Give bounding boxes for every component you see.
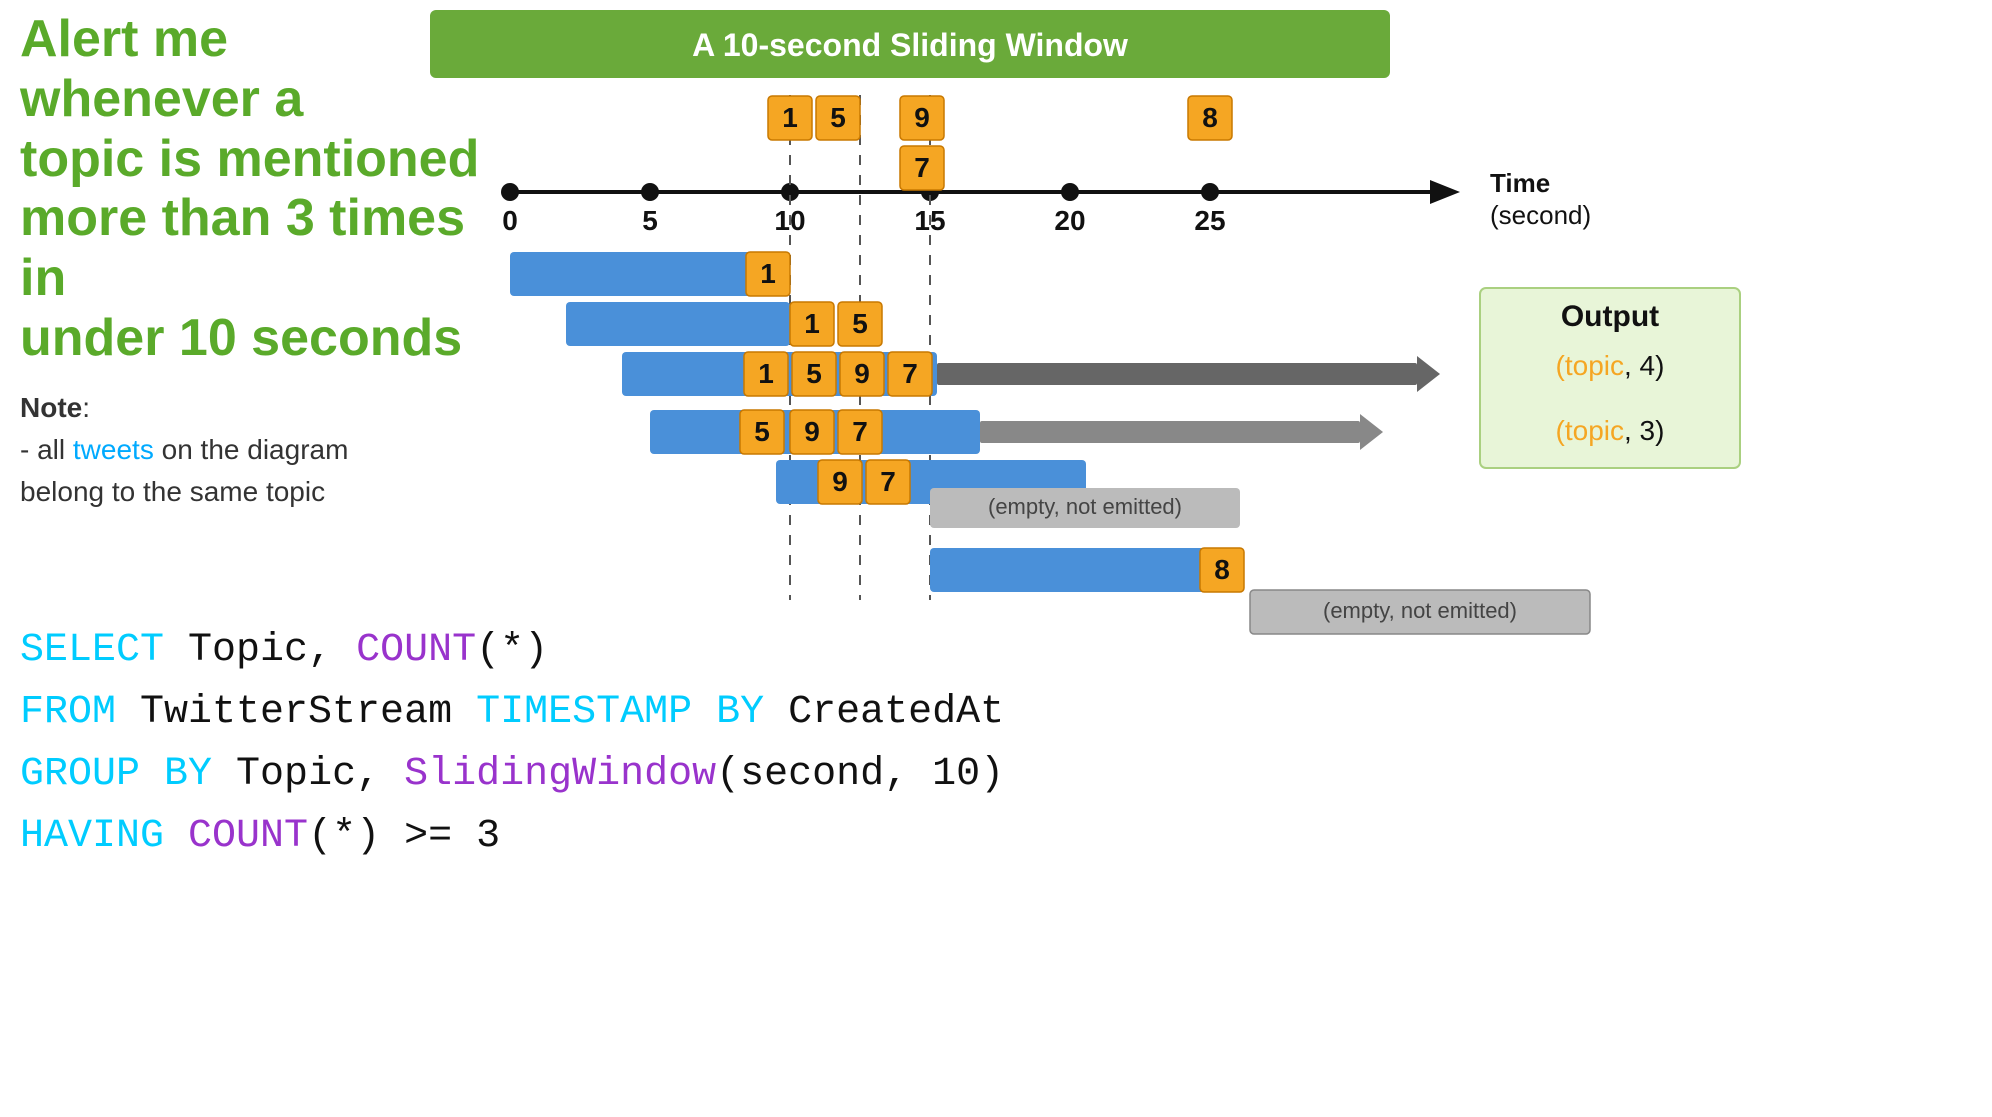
sql-from: FROM [20, 690, 116, 735]
sql-topic: Topic, [164, 628, 356, 673]
window-bar-3-arrow [1417, 356, 1440, 392]
alert-text: Alert me whenever a topic is mentioned m… [20, 10, 480, 369]
time-dot-5 [641, 183, 659, 201]
window-bar-6 [930, 548, 1240, 592]
alert-line1: Alert me whenever a [20, 10, 303, 128]
output-title: Output [1561, 300, 1659, 333]
sql-line4: HAVING COUNT(*) >= 3 [20, 806, 1004, 868]
time-axis-label2: (second) [1490, 200, 1591, 230]
alert-line2: topic is mentioned [20, 130, 479, 188]
sql-line2: FROM TwitterStream TIMESTAMP BY CreatedA… [20, 682, 1004, 744]
window-bar-4-arrow [1360, 414, 1383, 450]
event-label-5-bar4: 5 [754, 416, 770, 447]
note-text2: on the diagram [154, 434, 349, 465]
sql-sw-end: (second, 10) [716, 752, 1004, 797]
sql-group: GROUP [20, 752, 140, 797]
sql-having-end: (*) >= 3 [308, 814, 500, 859]
time-axis-label: Time [1490, 168, 1550, 198]
event-label-1-bar2: 1 [804, 308, 820, 339]
sql-count2: COUNT [164, 814, 308, 859]
event-label-7-bar5: 7 [880, 466, 896, 497]
event-label-7-bar4: 7 [852, 416, 868, 447]
event-label-5-bar3: 5 [806, 358, 822, 389]
time-label-20: 20 [1054, 205, 1085, 236]
event-label-8-bar6: 8 [1214, 554, 1230, 585]
diagram-svg: A 10-second Sliding Window 0 5 10 15 20 … [430, 0, 1970, 640]
sql-line3: GROUP BY Topic, SlidingWindow(second, 10… [20, 744, 1004, 806]
sql-select: SELECT [20, 628, 164, 673]
note-text3: belong to the same topic [20, 471, 480, 513]
event-label-7-top: 7 [914, 152, 930, 183]
window-bar-4-ext [980, 421, 1360, 443]
time-label-5: 5 [642, 205, 658, 236]
event-label-1-bar3: 1 [758, 358, 774, 389]
event-label-8-top: 8 [1202, 102, 1218, 133]
event-label-9-top: 9 [914, 102, 930, 133]
sql-timestamp: TIMESTAMP [476, 690, 692, 735]
sql-by2: BY [140, 752, 212, 797]
event-label-9-bar3: 9 [854, 358, 870, 389]
sql-table: TwitterStream [116, 690, 476, 735]
sql-by1: BY [692, 690, 788, 735]
event-label-1-bar1: 1 [760, 258, 776, 289]
time-dot-25 [1201, 183, 1219, 201]
time-dot-0 [501, 183, 519, 201]
note-section: Note: - all tweets on the diagram belong… [20, 387, 480, 513]
event-label-5-bar2: 5 [852, 308, 868, 339]
sql-slidingwindow: SlidingWindow [404, 752, 716, 797]
alert-line4: under 10 seconds [20, 309, 462, 367]
sql-topic2: Topic, [212, 752, 404, 797]
note-tweets: tweets [73, 434, 154, 465]
event-label-1-top: 1 [782, 102, 798, 133]
sql-having: HAVING [20, 814, 164, 859]
window-bar-2a [566, 302, 790, 346]
event-label-9-bar4: 9 [804, 416, 820, 447]
event-label-9-bar5: 9 [832, 466, 848, 497]
empty-label-2: (empty, not emitted) [1323, 598, 1517, 623]
sql-section: SELECT Topic, COUNT(*) FROM TwitterStrea… [20, 620, 1004, 868]
note-label: Note [20, 392, 82, 423]
left-panel: Alert me whenever a topic is mentioned m… [20, 10, 480, 513]
sql-createdat: CreatedAt [788, 690, 1004, 735]
note-text1: - all [20, 434, 73, 465]
time-label-0: 0 [502, 205, 518, 236]
empty-label-1: (empty, not emitted) [988, 494, 1182, 519]
time-label-25: 25 [1194, 205, 1225, 236]
window-bar-3-ext [937, 363, 1417, 385]
event-label-5-top: 5 [830, 102, 846, 133]
time-dot-20 [1061, 183, 1079, 201]
alert-line3: more than 3 times in [20, 189, 465, 307]
event-label-7-bar3: 7 [902, 358, 918, 389]
timeline-arrow [1430, 180, 1460, 204]
header-text: A 10-second Sliding Window [692, 27, 1128, 63]
output-item-1: (topic, 4) [1556, 350, 1665, 381]
output-item-2: (topic, 3) [1556, 415, 1665, 446]
